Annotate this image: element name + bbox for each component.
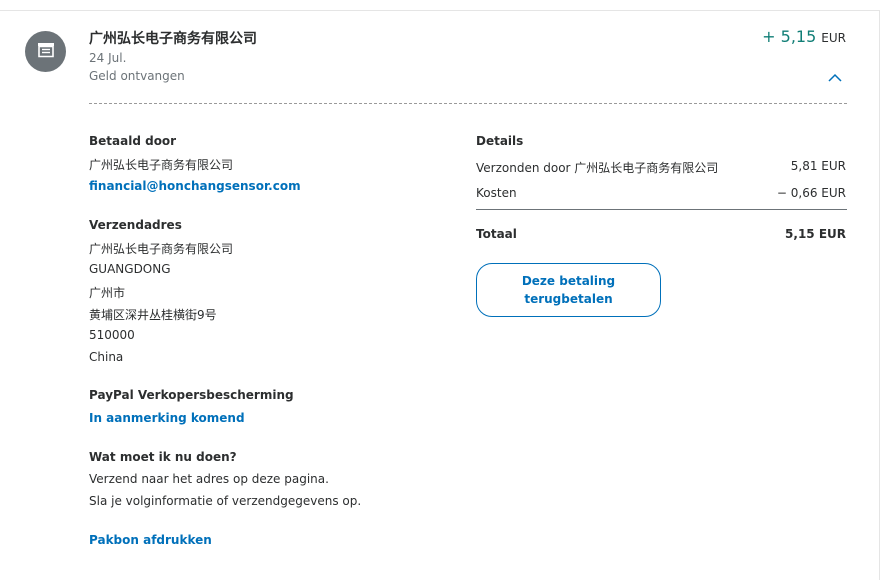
transaction-amount: + 5,15 EUR xyxy=(762,27,846,46)
store-icon xyxy=(36,40,56,64)
address-line: 广州弘长电子商务有限公司 xyxy=(89,242,234,256)
details-row-label: Verzonden door 广州弘长电子商务有限公司 xyxy=(476,161,719,175)
paid-by-title: Betaald door xyxy=(89,134,177,148)
details-row-value: − 0,66 EUR xyxy=(776,186,846,200)
amount-value: + 5,15 xyxy=(762,27,817,46)
details-row-value: 5,81 EUR xyxy=(790,159,846,173)
transaction-card: 广州弘长电子商务有限公司 24 Jul. Geld ontvangen + 5,… xyxy=(0,10,880,580)
amount-currency: EUR xyxy=(821,31,846,45)
refund-payment-button[interactable]: Deze betaling terugbetalen xyxy=(476,263,661,317)
address-line: 黄埔区深井丛桂横街9号 xyxy=(89,308,217,322)
shipping-address-title: Verzendadres xyxy=(89,218,182,232)
address-line: 广州市 xyxy=(89,286,126,300)
merchant-avatar xyxy=(25,31,66,72)
transaction-date: 24 Jul. xyxy=(89,51,127,65)
seller-protection-link[interactable]: In aanmerking komend xyxy=(89,411,245,425)
print-packing-slip-link[interactable]: Pakbon afdrukken xyxy=(89,533,212,547)
total-value: 5,15 EUR xyxy=(785,227,846,241)
next-steps-line: Verzend naar het adres op deze pagina. xyxy=(89,472,329,486)
header-divider xyxy=(89,103,847,104)
details-row-label: Kosten xyxy=(476,186,517,200)
next-steps-title: Wat moet ik nu doen? xyxy=(89,450,237,464)
details-divider xyxy=(476,209,847,210)
payer-email-link[interactable]: financial@honchangsensor.com xyxy=(89,179,301,193)
refund-button-label: Deze betaling terugbetalen xyxy=(521,274,616,306)
address-line: 510000 xyxy=(89,328,135,342)
next-steps-line: Sla je volginformatie of verzendgegevens… xyxy=(89,494,362,508)
chevron-up-icon[interactable] xyxy=(827,69,843,82)
address-line: China xyxy=(89,350,124,364)
address-line: GUANGDONG xyxy=(89,262,171,276)
payer-name: 广州弘长电子商务有限公司 xyxy=(89,158,234,172)
merchant-name: 广州弘长电子商务有限公司 xyxy=(89,31,257,47)
transaction-status: Geld ontvangen xyxy=(89,69,185,83)
details-title: Details xyxy=(476,134,524,148)
seller-protection-title: PayPal Verkopersbescherming xyxy=(89,388,294,402)
total-label: Totaal xyxy=(476,227,517,241)
